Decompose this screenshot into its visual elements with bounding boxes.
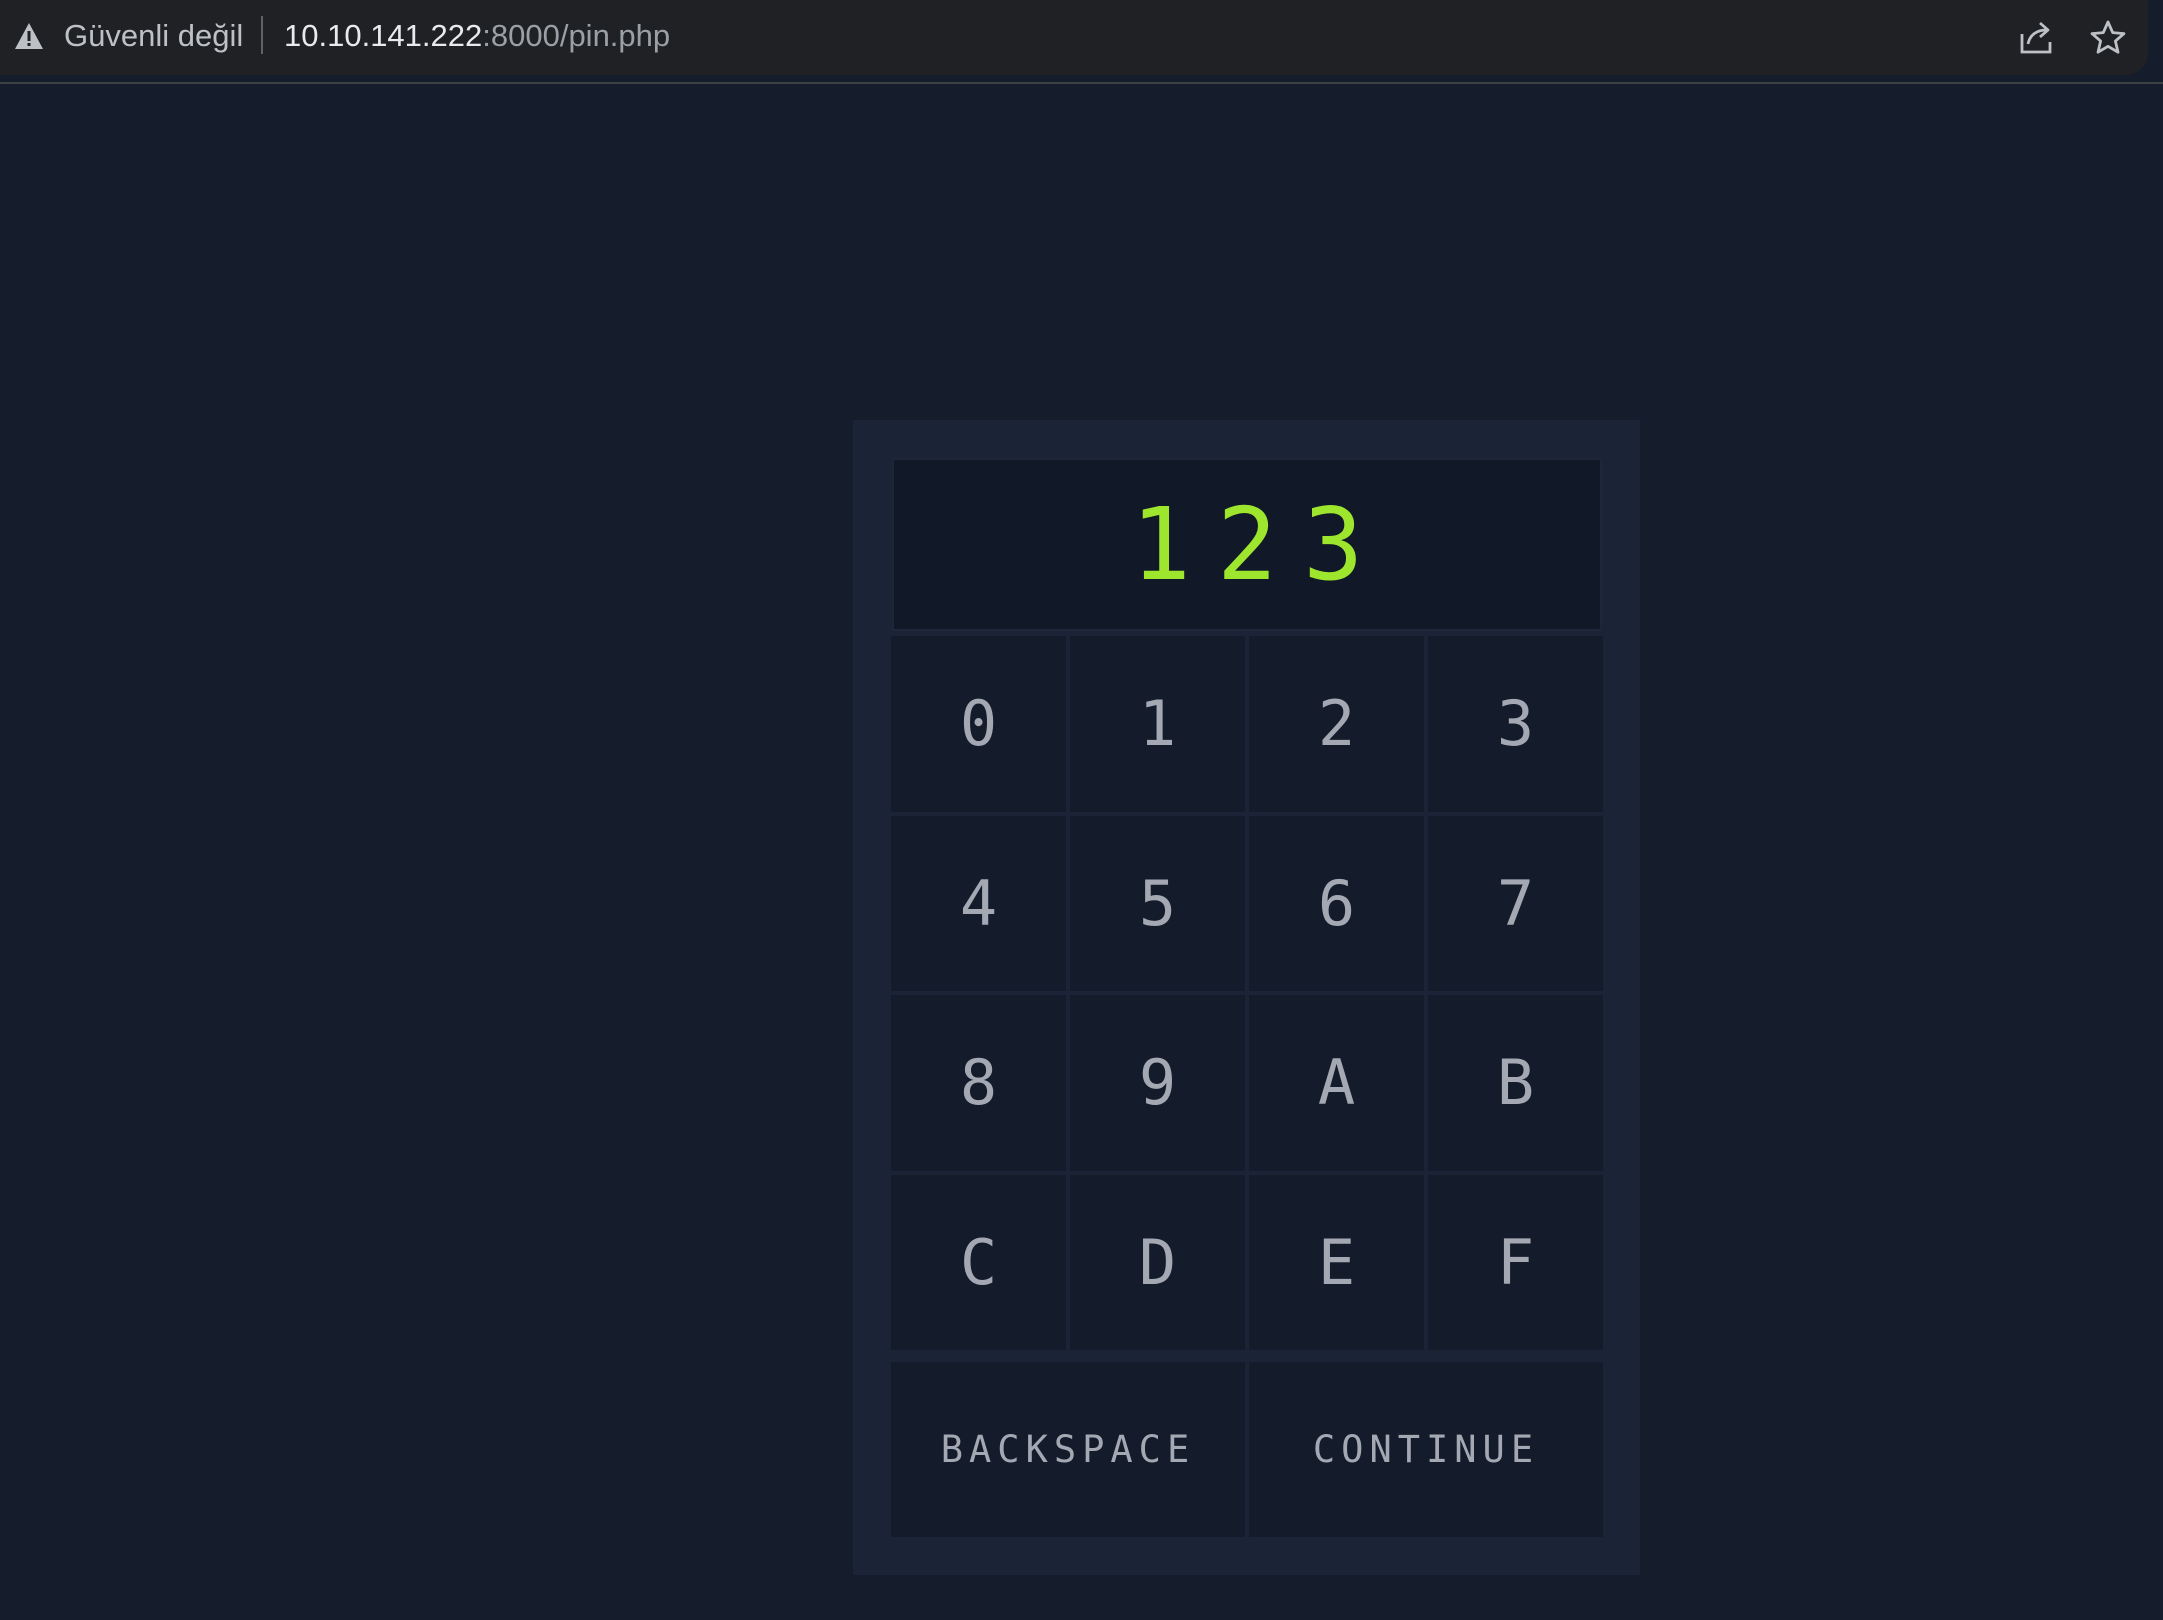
browser-address-bar: Güvenli değil 10.10.141.222:8000/pin.php [0,0,2148,75]
pin-display: 123 [892,458,1602,631]
key-7[interactable]: 7 [1428,815,1603,991]
toolbar-divider [0,82,2163,84]
key-1[interactable]: 1 [1070,636,1245,812]
continue-button[interactable]: CONTINUE [1249,1362,1603,1537]
backspace-button[interactable]: BACKSPACE [891,1362,1245,1537]
keypad-actions: BACKSPACE CONTINUE [891,1362,1603,1537]
key-b[interactable]: B [1428,995,1603,1171]
key-a[interactable]: A [1249,995,1424,1171]
key-4[interactable]: 4 [891,815,1066,991]
address-separator [261,16,263,54]
warning-icon[interactable] [14,22,44,50]
url-host: 10.10.141.222 [284,18,483,53]
star-icon[interactable] [2088,18,2128,58]
key-9[interactable]: 9 [1070,995,1245,1171]
key-0[interactable]: 0 [891,636,1066,812]
key-d[interactable]: D [1070,1174,1245,1350]
key-6[interactable]: 6 [1249,815,1424,991]
url-path: :8000/pin.php [482,18,671,53]
pin-display-value: 123 [1130,486,1390,603]
key-c[interactable]: C [891,1174,1066,1350]
key-f[interactable]: F [1428,1174,1603,1350]
url-field[interactable]: 10.10.141.222:8000/pin.php [284,16,670,56]
key-3[interactable]: 3 [1428,636,1603,812]
key-2[interactable]: 2 [1249,636,1424,812]
key-5[interactable]: 5 [1070,815,1245,991]
security-status-label[interactable]: Güvenli değil [64,16,243,56]
keypad-grid: 0 1 2 3 4 5 6 7 8 9 A B C D E F [891,636,1603,1350]
key-e[interactable]: E [1249,1174,1424,1350]
share-icon[interactable] [2016,18,2056,58]
key-8[interactable]: 8 [891,995,1066,1171]
